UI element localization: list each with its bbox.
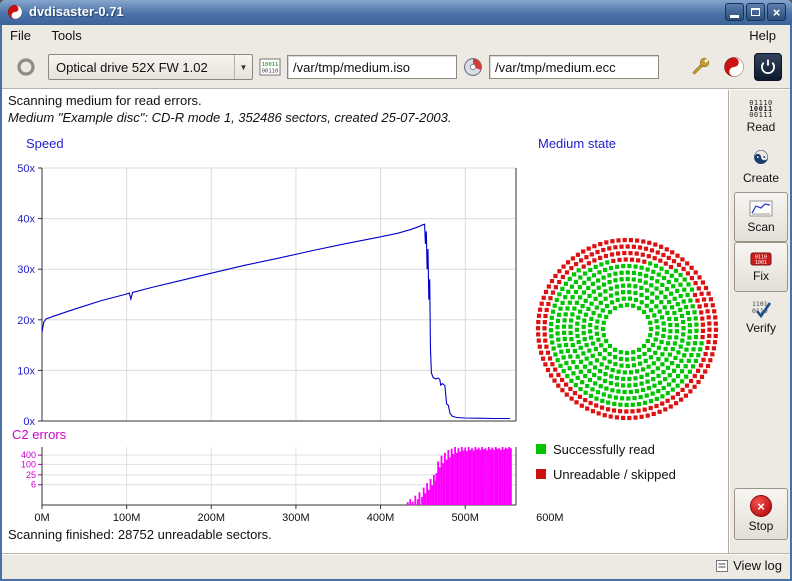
legend-bad-label: Unreadable / skipped [553, 467, 676, 482]
svg-text:100M: 100M [113, 512, 141, 524]
read-icon: 01110 10011 00111 [749, 100, 773, 118]
preferences-button[interactable] [686, 53, 714, 81]
maximize-icon [751, 8, 760, 16]
menu-file[interactable]: File [2, 25, 39, 46]
read-label: Read [747, 120, 776, 134]
minimize-icon [730, 15, 739, 18]
scan-button[interactable]: Scan [734, 192, 788, 242]
drive-select-value: Optical drive 52X FW 1.02 [49, 60, 234, 75]
create-button[interactable]: ☯ Create [734, 142, 788, 192]
svg-text:10x: 10x [17, 365, 35, 377]
menu-help[interactable]: Help [741, 25, 784, 46]
fix-icon: 0110 1001 [750, 251, 772, 267]
svg-text:20x: 20x [17, 315, 35, 327]
stop-button[interactable]: × Stop [734, 488, 788, 540]
legend-good: Successfully read [536, 442, 655, 457]
ecc-file-input[interactable]: /var/tmp/medium.ecc [489, 55, 659, 79]
power-icon [760, 59, 776, 75]
create-icon: ☯ [752, 149, 769, 169]
image-file-icon: 10011 00110 [259, 58, 281, 76]
app-logo-icon [7, 4, 23, 20]
toolbar: Optical drive 52X FW 1.02 ▼ 10011 00110 … [2, 46, 790, 88]
maximize-button[interactable] [746, 3, 765, 21]
title-bar[interactable]: dvdisaster-0.71 × [0, 0, 792, 25]
svg-text:10011: 10011 [262, 62, 279, 68]
svg-text:400M: 400M [367, 512, 395, 524]
verify-button[interactable]: 1101 0110 Verify [734, 292, 788, 342]
close-icon: × [773, 6, 781, 19]
scan-icon [749, 200, 773, 218]
svg-text:500M: 500M [451, 512, 479, 524]
fix-label: Fix [753, 269, 769, 283]
legend-bad-swatch [536, 469, 546, 479]
svg-text:1001: 1001 [755, 260, 767, 266]
svg-text:200M: 200M [198, 512, 226, 524]
menu-bar: File Tools Help [2, 25, 790, 46]
log-icon [716, 560, 728, 572]
dvdisaster-logo-icon [723, 56, 745, 78]
drive-icon [15, 56, 37, 78]
svg-text:40x: 40x [17, 214, 35, 226]
image-file-input[interactable]: /var/tmp/medium.iso [287, 55, 457, 79]
svg-text:25: 25 [26, 470, 36, 480]
stop-label: Stop [749, 519, 774, 533]
charts-canvas: 0M 100M 200M 300M 400M 500M 600M 50x 40x 30x 20x 10… [2, 90, 728, 553]
scan-label: Scan [747, 220, 774, 234]
c2-chart-title: C2 errors [12, 427, 66, 442]
bottom-bar: View log [2, 555, 790, 579]
svg-text:30x: 30x [17, 264, 35, 276]
app-window: dvdisaster-0.71 × File Tools Help Optica… [0, 0, 792, 581]
create-label: Create [743, 171, 779, 185]
action-sidebar: 01110 10011 00111 Read ☯ Create Scan 011… [728, 90, 790, 553]
svg-text:0M: 0M [34, 512, 49, 524]
view-log-button[interactable]: View log [716, 558, 782, 573]
minimize-button[interactable] [725, 3, 744, 21]
about-button[interactable] [720, 53, 748, 81]
legend-good-label: Successfully read [553, 442, 655, 457]
medium-state-title: Medium state [538, 136, 616, 151]
drive-button[interactable] [10, 51, 42, 83]
view-log-label: View log [733, 558, 782, 573]
window-title: dvdisaster-0.71 [29, 4, 124, 19]
stop-icon: × [750, 495, 772, 517]
svg-text:600M: 600M [536, 512, 564, 524]
drive-select[interactable]: Optical drive 52X FW 1.02 ▼ [48, 54, 253, 80]
close-button[interactable]: × [767, 3, 786, 21]
finished-status: Scanning finished: 28752 unreadable sect… [8, 527, 272, 542]
wrench-icon [688, 55, 712, 79]
menu-tools[interactable]: Tools [43, 25, 89, 46]
legend-good-swatch [536, 444, 546, 454]
read-button[interactable]: 01110 10011 00111 Read [734, 92, 788, 142]
svg-text:100: 100 [21, 459, 36, 469]
quit-button[interactable] [754, 53, 782, 81]
chevron-down-icon[interactable]: ▼ [234, 55, 252, 79]
legend-bad: Unreadable / skipped [536, 467, 676, 482]
verify-icon: 1101 0110 [749, 299, 773, 319]
svg-text:6: 6 [31, 480, 36, 490]
verify-label: Verify [746, 321, 776, 335]
svg-text:300M: 300M [282, 512, 310, 524]
fix-button[interactable]: 0110 1001 Fix [734, 242, 788, 292]
svg-text:50x: 50x [17, 163, 35, 175]
speed-chart-title: Speed [26, 136, 64, 151]
main-panel: Scanning medium for read errors. Medium … [2, 90, 728, 553]
svg-text:00110: 00110 [262, 69, 279, 75]
ecc-file-icon [463, 57, 483, 77]
